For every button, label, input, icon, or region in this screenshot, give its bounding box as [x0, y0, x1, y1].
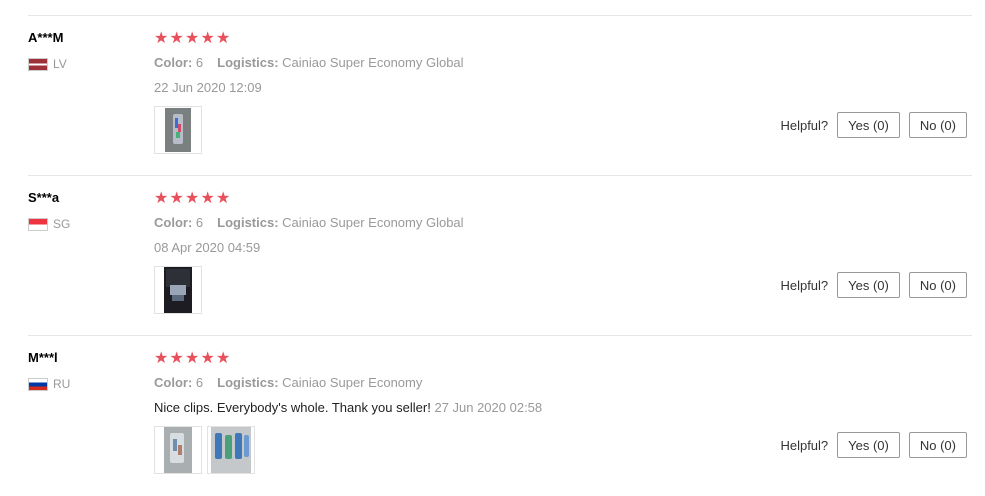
reviewer-country: SG [28, 217, 70, 231]
reviewer-name: A***M [28, 30, 64, 45]
review-photo-thumbnail[interactable] [154, 426, 202, 474]
logistics-label: Logistics: [217, 55, 279, 70]
star-icon: ★ [185, 350, 200, 367]
review-text: Nice clips. Everybody's whole. Thank you… [154, 400, 431, 415]
russia-flag-icon [28, 377, 48, 391]
reviewer-country: LV [28, 57, 67, 71]
helpful-votes: Helpful? Yes (0) No (0) [780, 272, 967, 298]
helpful-label: Helpful? [780, 117, 829, 133]
star-rating: ★★★★★ [154, 350, 232, 368]
helpful-yes-button[interactable]: Yes (0) [837, 112, 900, 138]
review-item: A***M LV ★★★★★ Color: 6 Logistics: Cainia… [28, 15, 972, 176]
star-icon: ★ [169, 30, 184, 47]
order-info: Color: 6 Logistics: Cainiao Super Economy… [154, 215, 464, 230]
star-icon: ★ [154, 30, 169, 47]
star-rating: ★★★★★ [154, 190, 232, 208]
review-content: 22 Jun 2020 12:09 [154, 80, 262, 95]
review-date: 22 Jun 2020 12:09 [154, 80, 262, 95]
helpful-label: Helpful? [780, 277, 829, 293]
star-icon: ★ [185, 30, 200, 47]
country-code: SG [53, 217, 71, 231]
star-icon: ★ [216, 350, 231, 367]
photo-image [164, 427, 192, 473]
helpful-yes-button[interactable]: Yes (0) [837, 432, 900, 458]
helpful-no-button[interactable]: No (0) [908, 432, 967, 458]
helpful-no-button[interactable]: No (0) [908, 112, 967, 138]
review-date: 27 Jun 2020 02:58 [434, 400, 543, 415]
review-content: Nice clips. Everybody's whole. Thank you… [154, 400, 542, 415]
star-icon: ★ [154, 350, 169, 367]
review-content: 08 Apr 2020 04:59 [154, 240, 260, 255]
star-icon: ★ [154, 190, 169, 207]
photo-image [164, 267, 192, 313]
country-code: RU [53, 377, 71, 391]
logistics-value: Cainiao Super Economy Global [282, 55, 464, 70]
review-photo-thumbnail[interactable] [154, 106, 202, 154]
review-item: M***l RU ★★★★★ Color: 6 Logistics: Cainia… [28, 335, 972, 496]
star-icon: ★ [185, 190, 200, 207]
photo-image [211, 427, 251, 473]
review-photo-thumbnail[interactable] [207, 426, 255, 474]
logistics-value: Cainiao Super Economy [282, 375, 423, 390]
review-photos [154, 426, 255, 474]
color-value: 6 [195, 215, 204, 230]
color-label: Color: [154, 55, 193, 70]
star-rating: ★★★★★ [154, 30, 232, 48]
review-photo-thumbnail[interactable] [154, 266, 202, 314]
photo-image [165, 108, 191, 152]
color-value: 6 [195, 375, 204, 390]
star-icon: ★ [200, 190, 215, 207]
latvia-flag-icon [28, 57, 48, 71]
star-icon: ★ [216, 30, 231, 47]
star-icon: ★ [169, 350, 184, 367]
review-date: 08 Apr 2020 04:59 [154, 240, 261, 255]
helpful-votes: Helpful? Yes (0) No (0) [780, 432, 967, 458]
reviewer-name: S***a [28, 190, 60, 205]
star-icon: ★ [200, 350, 215, 367]
logistics-value: Cainiao Super Economy Global [282, 215, 464, 230]
review-item: S***a SG ★★★★★ Color: 6 Logistics: Cainia… [28, 175, 972, 336]
logistics-label: Logistics: [217, 215, 279, 230]
review-photos [154, 106, 202, 154]
star-icon: ★ [216, 190, 231, 207]
reviewer-name: M***l [28, 350, 58, 365]
helpful-yes-button[interactable]: Yes (0) [837, 272, 900, 298]
order-info: Color: 6 Logistics: Cainiao Super Economy… [154, 55, 464, 70]
singapore-flag-icon [28, 217, 48, 231]
star-icon: ★ [169, 190, 184, 207]
reviewer-country: RU [28, 377, 70, 391]
helpful-no-button[interactable]: No (0) [908, 272, 967, 298]
country-code: LV [53, 57, 67, 71]
color-label: Color: [154, 215, 193, 230]
logistics-label: Logistics: [217, 375, 279, 390]
star-icon: ★ [200, 30, 215, 47]
helpful-votes: Helpful? Yes (0) No (0) [780, 112, 967, 138]
review-photos [154, 266, 202, 314]
color-value: 6 [195, 55, 204, 70]
color-label: Color: [154, 375, 193, 390]
helpful-label: Helpful? [780, 437, 829, 453]
order-info: Color: 6 Logistics: Cainiao Super Economy [154, 375, 422, 390]
